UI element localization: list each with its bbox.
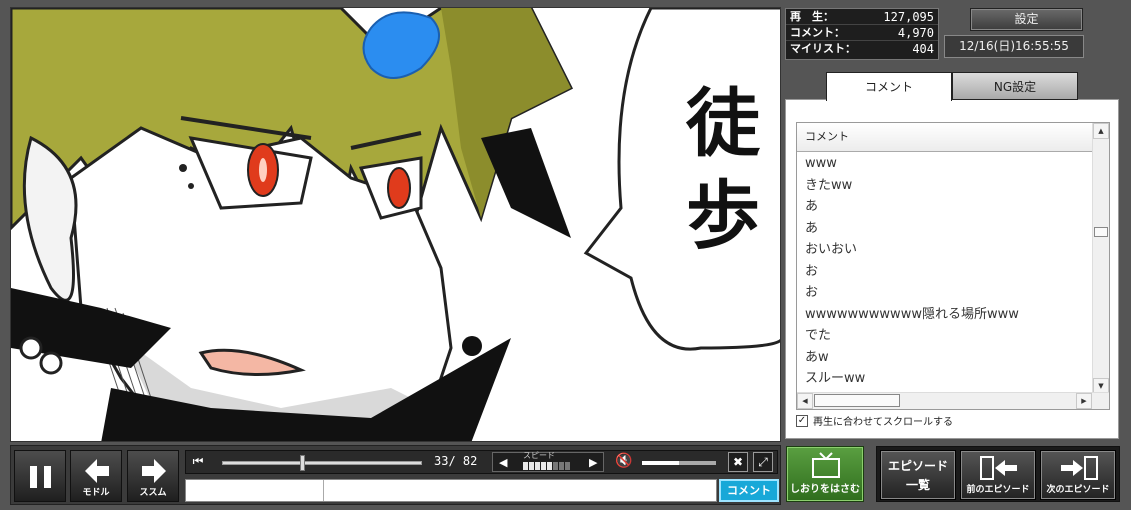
mylist-count-row: マイリスト： 404 bbox=[786, 41, 938, 57]
vertical-scrollbar[interactable]: ▲ ▼ bbox=[1092, 123, 1109, 394]
tab-ng-settings[interactable]: NG設定 bbox=[952, 72, 1078, 100]
bookmark-label: しおりをはさむ bbox=[790, 484, 860, 495]
comment-list[interactable]: コメント www きたww ああおいおいおお wwwwwwwwwww隠れる場所www で… bbox=[796, 122, 1110, 410]
speech-bubble-text: 徒 歩 bbox=[673, 78, 773, 262]
back-label: モドル bbox=[82, 488, 110, 498]
comment-list-header[interactable]: コメント bbox=[797, 123, 1093, 152]
mute-icon[interactable]: 🔇 bbox=[614, 452, 634, 472]
prev-episode-icon bbox=[980, 456, 1017, 480]
fullscreen-icon[interactable]: ⤢ bbox=[753, 452, 773, 472]
comment-count-label: コメント： bbox=[790, 26, 845, 39]
pause-icon bbox=[30, 466, 51, 488]
list-item[interactable]: でた bbox=[797, 325, 1093, 347]
list-item[interactable]: あw bbox=[797, 347, 1093, 369]
pause-button[interactable] bbox=[14, 450, 66, 502]
forward-button[interactable]: ススム bbox=[127, 450, 179, 502]
list-item[interactable]: きたww bbox=[797, 175, 1093, 197]
episode-list-label: エピソード 一覧 bbox=[887, 459, 948, 492]
list-item[interactable]: www bbox=[797, 153, 1093, 175]
stats-box: 再 生： 127,095 コメント： 4,970 マイリスト： 404 bbox=[785, 8, 939, 60]
list-item[interactable]: あ bbox=[797, 218, 1093, 240]
comment-panel: コメント www きたww ああおいおいおお wwwwwwwwwww隠れる場所www で… bbox=[785, 99, 1119, 439]
bubble-char-2: 歩 bbox=[686, 173, 760, 259]
video-player[interactable]: 徒 歩 bbox=[10, 7, 781, 442]
list-item[interactable]: スルーww bbox=[797, 368, 1093, 390]
comment-count-row: コメント： 4,970 bbox=[786, 25, 938, 41]
back-button[interactable]: モドル bbox=[70, 450, 122, 502]
play-count-row: 再 生： 127,095 bbox=[786, 9, 938, 25]
comment-list-items: www きたww ああおいおいおお wwwwwwwwwww隠れる場所www でた あw スル… bbox=[797, 153, 1093, 390]
video-frame-illustration bbox=[11, 8, 780, 441]
list-item[interactable]: お bbox=[797, 282, 1093, 304]
autoscroll-label: 再生に合わせてスクロールする bbox=[813, 417, 953, 428]
volume-slider[interactable] bbox=[642, 461, 716, 465]
horizontal-scroll-thumb[interactable] bbox=[814, 394, 900, 407]
seek-bar[interactable] bbox=[222, 461, 422, 465]
comment-toggle-icon[interactable]: ✖ bbox=[728, 452, 748, 472]
autoscroll-checkbox[interactable]: ✓ bbox=[796, 414, 808, 427]
skip-start-icon[interactable]: ⏮ bbox=[188, 452, 208, 472]
prev-episode-button[interactable]: 前のエピソード bbox=[960, 450, 1036, 500]
speed-control[interactable]: ◀ スピード ▶ bbox=[492, 451, 604, 472]
bookmark-tv-icon bbox=[812, 452, 840, 478]
list-item[interactable]: お bbox=[797, 261, 1093, 283]
mylist-count-value: 404 bbox=[912, 42, 934, 56]
next-episode-label: 次のエピソード bbox=[1046, 485, 1110, 495]
bookmark-button[interactable]: しおりをはさむ bbox=[786, 446, 864, 502]
volume-fill bbox=[642, 461, 679, 465]
next-episode-icon bbox=[1061, 456, 1098, 480]
scroll-right-icon[interactable]: ▶ bbox=[1076, 393, 1092, 409]
speed-up-icon[interactable]: ▶ bbox=[589, 456, 597, 469]
page-counter: 33/ 82 bbox=[434, 454, 478, 468]
episode-list-button[interactable]: エピソード 一覧 bbox=[880, 450, 956, 500]
play-count-value: 127,095 bbox=[883, 10, 934, 24]
comment-input[interactable] bbox=[185, 479, 717, 502]
forward-label: ススム bbox=[139, 488, 167, 498]
vertical-scroll-thumb[interactable] bbox=[1094, 227, 1108, 237]
seek-thumb[interactable] bbox=[300, 455, 305, 471]
play-count-label: 再 生： bbox=[790, 10, 834, 23]
datetime-display: 12/16(日)16:55:55 bbox=[944, 35, 1084, 58]
comment-count-value: 4,970 bbox=[897, 26, 934, 40]
control-bar: モドル ススム ⏮ 33/ 82 ◀ スピード ▶ 🔇 ✖ ⤢ コメント bbox=[10, 445, 781, 505]
next-episode-button[interactable]: 次のエピソード bbox=[1040, 450, 1116, 500]
list-item[interactable]: おいおい bbox=[797, 239, 1093, 261]
mylist-count-label: マイリスト： bbox=[790, 42, 856, 55]
speed-label: スピード bbox=[523, 451, 555, 460]
speed-down-icon[interactable]: ◀ bbox=[499, 456, 507, 469]
comment-submit-button[interactable]: コメント bbox=[719, 479, 779, 502]
scroll-left-icon[interactable]: ◀ bbox=[797, 393, 813, 409]
seek-row: ⏮ 33/ 82 ◀ スピード ▶ 🔇 ✖ ⤢ bbox=[185, 450, 778, 474]
settings-button[interactable]: 設定 bbox=[970, 8, 1083, 31]
speed-level bbox=[523, 462, 570, 470]
command-input[interactable] bbox=[186, 480, 324, 501]
prev-episode-label: 前のエピソード bbox=[966, 485, 1030, 495]
scroll-up-icon[interactable]: ▲ bbox=[1093, 123, 1109, 139]
horizontal-scrollbar[interactable]: ◀ ▶ bbox=[797, 392, 1109, 409]
tab-comment[interactable]: コメント bbox=[826, 72, 952, 101]
list-item[interactable]: あ bbox=[797, 196, 1093, 218]
autoscroll-option[interactable]: ✓ 再生に合わせてスクロールする bbox=[796, 413, 953, 428]
list-item[interactable]: wwwwwwwwwww隠れる場所www bbox=[797, 304, 1093, 326]
episode-nav: エピソード 一覧 前のエピソード 次のエピソード bbox=[876, 446, 1120, 502]
bubble-char-1: 徒 bbox=[686, 81, 760, 167]
